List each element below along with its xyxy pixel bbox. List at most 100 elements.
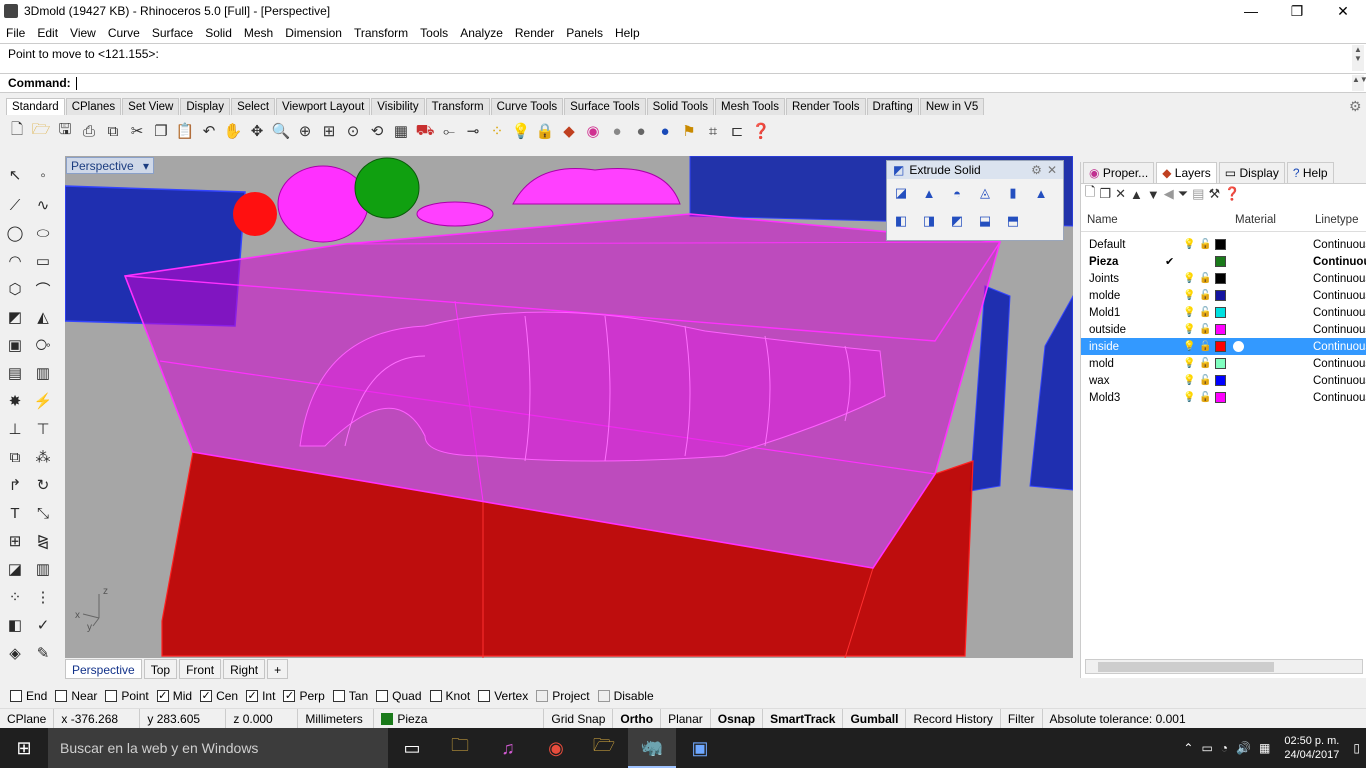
array-icon[interactable]: ⁂ [32, 446, 54, 468]
explode-icon[interactable]: ✸ [4, 390, 26, 412]
menu-view[interactable]: View [64, 26, 102, 40]
osnap-option[interactable]: Near [55, 689, 97, 703]
extrude-slab-icon[interactable]: ⬓ [973, 210, 997, 232]
tab-render-tools[interactable]: Render Tools [785, 98, 866, 115]
save-icon[interactable]: 🖫 [54, 120, 76, 142]
layer-lock-icon[interactable]: 🔓 [1199, 290, 1211, 301]
command-line[interactable]: Command: [0, 73, 1366, 93]
layer-linetype[interactable]: Continuous [1313, 392, 1366, 404]
close-button[interactable]: ✕ [1320, 0, 1366, 22]
osnap-checkbox[interactable]: ✓ [200, 689, 213, 702]
layer-visibility-bulb-icon[interactable]: 💡 [1183, 358, 1195, 369]
cut-icon[interactable]: ✂ [126, 120, 148, 142]
rotate-view-icon[interactable]: ⟲ [366, 120, 388, 142]
menu-transform[interactable]: Transform [348, 26, 414, 40]
command-input[interactable] [76, 77, 78, 91]
layer-name[interactable]: mold [1081, 358, 1171, 370]
osnap-checkbox[interactable] [429, 689, 442, 702]
extrude-point-icon[interactable]: ▲ [1029, 182, 1053, 204]
layer-linetype[interactable]: Continuous [1313, 358, 1366, 370]
light-bulb-icon[interactable]: 💡 [510, 120, 532, 142]
layer-icon[interactable]: ◆ [558, 120, 580, 142]
osnap-checkbox[interactable] [376, 689, 389, 702]
dimension-icon[interactable]: ⊞ [4, 530, 26, 552]
menu-surface[interactable]: Surface [146, 26, 199, 40]
osnap-option[interactable]: ✓ Int [246, 689, 275, 703]
layer-row[interactable]: inside 💡 🔓 Continuous [1081, 338, 1366, 355]
tab-curve-tools[interactable]: Curve Tools [490, 98, 564, 115]
tray-keyboard-icon[interactable]: ▦ [1259, 741, 1270, 755]
menu-help[interactable]: Help [609, 26, 646, 40]
hide-objects-icon[interactable]: ⊏ [726, 120, 748, 142]
layer-row[interactable]: molde 💡 🔓 Continuous [1081, 287, 1366, 304]
mirror-icon[interactable]: ⧎ [32, 530, 54, 552]
osnap-option[interactable]: End [10, 689, 47, 703]
box-solid-icon[interactable]: ▣ [4, 334, 26, 356]
osnap-checkbox[interactable] [478, 689, 491, 702]
column-material[interactable]: Material [1235, 214, 1276, 226]
layer-linetype[interactable]: Continuous [1313, 375, 1366, 387]
render-box-icon[interactable]: ◪ [4, 558, 26, 580]
zoom-extents-icon[interactable]: ⊞ [318, 120, 340, 142]
layer-visibility-bulb-icon[interactable]: 💡 [1183, 239, 1195, 250]
layer-name[interactable]: Pieza [1081, 256, 1171, 268]
snap-icon[interactable]: ⚑ [678, 120, 700, 142]
paint-icon[interactable]: ✎ [32, 642, 54, 664]
osnap-checkbox[interactable] [597, 689, 610, 702]
select-arrow-icon[interactable]: ↖ [4, 164, 26, 186]
osnap-checkbox[interactable]: ✓ [156, 689, 169, 702]
status-cplane[interactable]: CPlane [0, 708, 55, 730]
layer-linetype[interactable]: Continuous [1313, 324, 1366, 336]
fillet-icon[interactable]: ⌒ [32, 278, 54, 300]
current-layer-check-icon[interactable]: ✔ [1165, 255, 1174, 268]
rhino-taskbar-icon[interactable]: 🦏 [628, 728, 676, 768]
app-taskbar-icon[interactable]: ▣ [676, 728, 724, 768]
osnap-option[interactable]: ✓ Mid [156, 689, 192, 703]
task-view-icon[interactable]: ▭ [388, 728, 436, 768]
polygon-icon[interactable]: ⬡ [4, 278, 26, 300]
layer-color-swatch[interactable] [1215, 239, 1226, 250]
join-icon[interactable]: ⊤ [32, 418, 54, 440]
menu-curve[interactable]: Curve [102, 26, 146, 40]
layer-row[interactable]: Joints 💡 🔓 Continuous [1081, 270, 1366, 287]
grid-array-icon[interactable]: ⁘ [4, 586, 26, 608]
mesh-icon[interactable]: ▤ [4, 362, 26, 384]
blue-sphere-icon[interactable]: ● [654, 120, 676, 142]
layer-visibility-bulb-icon[interactable]: 💡 [1183, 273, 1195, 284]
point-icon[interactable]: ◦ [32, 164, 54, 186]
file-explorer-icon[interactable]: 🗀 [436, 728, 484, 768]
tab-surface-tools[interactable]: Surface Tools [564, 98, 646, 115]
menu-analyze[interactable]: Analyze [454, 26, 509, 40]
layer-row[interactable]: Default 💡 🔓 Continuous [1081, 236, 1366, 253]
status-toggle[interactable]: Grid Snap [544, 708, 614, 730]
lock-icon[interactable]: 🔒 [534, 120, 556, 142]
copy-icon[interactable]: ❐ [150, 120, 172, 142]
menu-mesh[interactable]: Mesh [238, 26, 279, 40]
open-folder-icon[interactable]: 🗁 [30, 120, 52, 142]
status-toggle[interactable]: Gumball [843, 708, 907, 730]
layer-color-swatch[interactable] [1215, 273, 1226, 284]
osnap-option[interactable]: Quad [376, 689, 422, 703]
layer-color-swatch[interactable] [1215, 290, 1226, 301]
grid-options-icon[interactable]: ⌗ [702, 120, 724, 142]
help-icon[interactable]: ❓ [750, 120, 772, 142]
tab-solid-tools[interactable]: Solid Tools [646, 98, 714, 115]
layer-row[interactable]: outside 💡 🔓 Continuous [1081, 321, 1366, 338]
layer-lock-icon[interactable]: 🔓 [1199, 239, 1211, 250]
tab-top[interactable]: Top [143, 659, 178, 679]
print-icon[interactable]: ⎙ [78, 120, 100, 142]
layout-icon[interactable]: ◈ [4, 642, 26, 664]
layer-linetype[interactable]: Continuous [1313, 239, 1366, 251]
extrude-ribbon-icon[interactable]: ◩ [945, 210, 969, 232]
osnap-option[interactable]: Disable [597, 689, 654, 703]
text-icon[interactable]: T [4, 502, 26, 524]
layer-name[interactable]: wax [1081, 375, 1171, 387]
tab-perspective[interactable]: Perspective [65, 659, 142, 679]
osnap-checkbox[interactable] [332, 689, 345, 702]
tab-display[interactable]: Display [180, 98, 231, 115]
layer-state-icon[interactable]: ▤ [1192, 186, 1204, 202]
layer-color-swatch[interactable] [1215, 375, 1226, 386]
layer-visibility-bulb-icon[interactable]: 💡 [1183, 375, 1195, 386]
delete-layer-icon[interactable]: ✕ [1115, 186, 1126, 202]
points-icon[interactable]: ⁘ [486, 120, 508, 142]
